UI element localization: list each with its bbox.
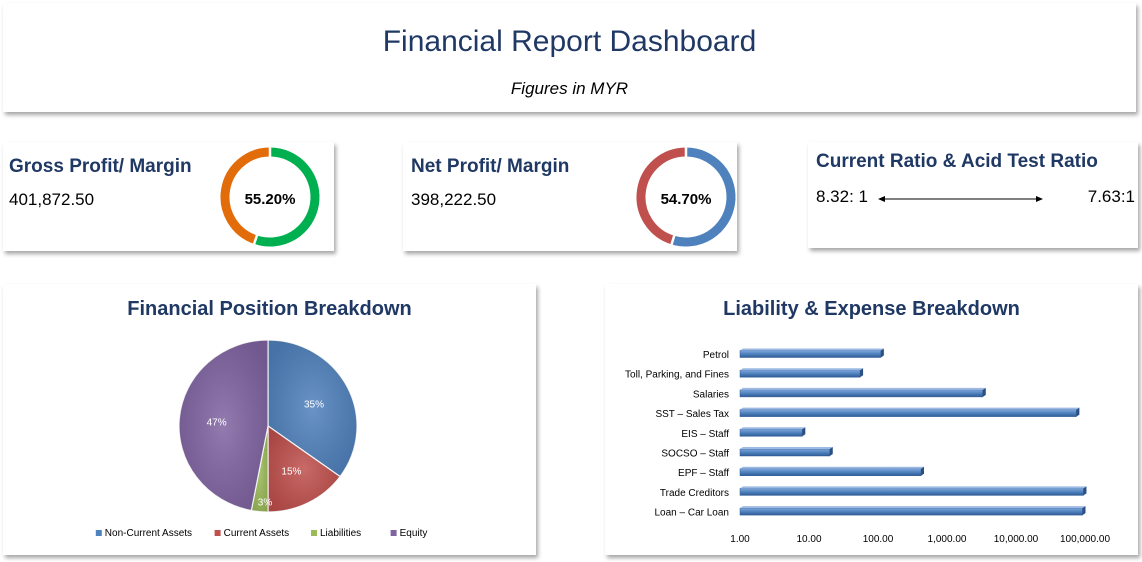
net-profit-title: Net Profit/ Margin (411, 156, 570, 177)
ratio-arrow (878, 196, 1043, 202)
ratio-card: Current Ratio & Acid Test Ratio 8.32: 1 … (808, 142, 1138, 248)
category-label: SST – Sales Tax (655, 409, 729, 420)
legend-entry: Equity (400, 528, 428, 539)
bar (739, 369, 861, 378)
x-tick-label: 1.00 (730, 534, 750, 545)
liability-expense-card: Liability & Expense Breakdown Petrol Toll… (605, 284, 1138, 555)
gross-profit-title: Gross Profit/ Margin (9, 156, 192, 177)
bar (739, 468, 922, 476)
gross-margin-label: 55.20% (245, 191, 296, 208)
category-label: Loan – Car Loan (654, 508, 729, 519)
category-label: Petrol (703, 350, 729, 361)
pie-label: 15% (281, 466, 301, 477)
financial-position-card: Financial Position Breakdown 35% 15% 3% 47%… (3, 284, 536, 555)
pie-label: 35% (304, 399, 324, 410)
legend-entry: Current Assets (224, 528, 290, 539)
gross-profit-card: Gross Profit/ Margin 401,872.50 55.20% (3, 142, 334, 251)
category-label: EPF – Staff (678, 468, 729, 479)
net-margin-label: 54.70% (661, 191, 712, 208)
bar (739, 429, 803, 437)
header-card: Financial Report Dashboard Figures in MY… (3, 3, 1136, 112)
pie-label: 47% (207, 417, 227, 428)
bar (739, 350, 882, 358)
category-label: Salaries (693, 389, 729, 400)
net-margin-donut: 54.70% (636, 146, 736, 247)
x-tick-label: 1,000.00 (928, 534, 967, 545)
pie-label: 3% (258, 498, 273, 509)
bar (739, 488, 1084, 496)
bar (739, 507, 1083, 516)
net-profit-card: Net Profit/ Margin 398,222.50 54.70% (403, 142, 737, 251)
bar (739, 448, 831, 457)
x-tick-label: 100.00 (863, 534, 894, 545)
x-tick-label: 10,000.00 (994, 534, 1039, 545)
page-title: Financial Report Dashboard (382, 25, 757, 58)
category-label: Toll, Parking, and Fines (625, 370, 729, 381)
x-tick-label: 10.00 (796, 534, 821, 545)
legend-swatch (95, 530, 102, 536)
legend-swatch (311, 530, 317, 536)
acid-test-ratio-value: 7.63:1 (1087, 187, 1135, 206)
legend-entry: Liabilities (320, 528, 361, 539)
category-label: SOCSO – Staff (661, 449, 729, 460)
legend-entry: Non-Current Assets (105, 528, 192, 539)
legend-swatch (390, 530, 397, 536)
category-label: Trade Creditors (660, 488, 729, 499)
x-tick-label: 100,000.00 (1060, 534, 1110, 545)
financial-position-pie: 35% 15% 3% 47% Non-Current Assets Current As… (95, 339, 428, 539)
bar (739, 409, 1077, 417)
net-profit-value: 398,222.50 (411, 190, 497, 209)
gross-profit-value: 401,872.50 (9, 190, 95, 209)
category-label: EIS – Staff (681, 429, 729, 440)
liability-expense-bar-chart: Petrol Toll, Parking, and Fines Salaries SS… (625, 348, 1110, 545)
page-subtitle: Figures in MYR (510, 79, 629, 98)
bar (739, 389, 984, 398)
gross-margin-donut: 55.20% (220, 146, 320, 247)
current-ratio-value: 8.32: 1 (816, 187, 868, 206)
legend-swatch (214, 530, 221, 536)
ratio-title: Current Ratio & Acid Test Ratio (816, 151, 1098, 172)
